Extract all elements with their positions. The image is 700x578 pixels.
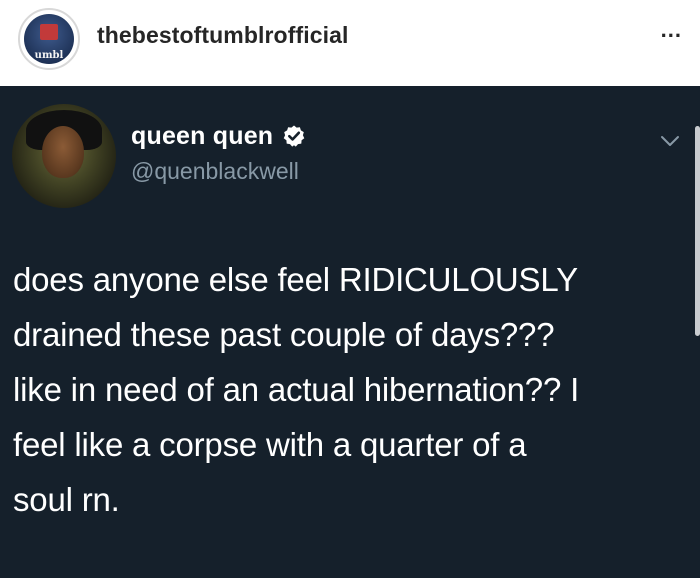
tweet-text-line: like in need of an actual hibernation?? … (13, 371, 580, 408)
tweet-text-line: does anyone else feel RIDICULOUSLY (13, 261, 578, 298)
logo-mark (40, 24, 58, 40)
tweet-author-name: queen quen (131, 121, 274, 150)
more-options-icon[interactable]: ... (661, 19, 682, 41)
tweet-author-handle: @quenblackwell (131, 158, 299, 184)
scrollbar (695, 126, 700, 336)
avatar-face (42, 126, 84, 178)
avatar-logo: umbl (24, 14, 74, 64)
tweet-body: does anyone else feel RIDICULOUSLY drain… (13, 252, 685, 527)
avatar-logo-text: umbl (34, 50, 64, 61)
tweet-text-line: soul rn. (13, 481, 120, 518)
tweet-text-line: drained these past couple of days??? (13, 316, 555, 353)
tweet-screenshot: queen quen @quenblackwell does anyone el… (0, 86, 700, 578)
verified-badge-icon (283, 125, 305, 147)
account-avatar[interactable]: umbl (18, 8, 80, 70)
tweet-author-row: queen quen (131, 120, 306, 152)
instagram-post: umbl thebestoftumblrofficial ... queen q… (0, 0, 700, 578)
tweet-text-line: feel like a corpse with a quarter of a (13, 426, 527, 463)
tweet-author-avatar (12, 104, 116, 208)
chevron-down-icon[interactable] (660, 134, 680, 148)
account-username[interactable]: thebestoftumblrofficial (97, 22, 348, 49)
post-header: umbl thebestoftumblrofficial ... (0, 0, 700, 86)
